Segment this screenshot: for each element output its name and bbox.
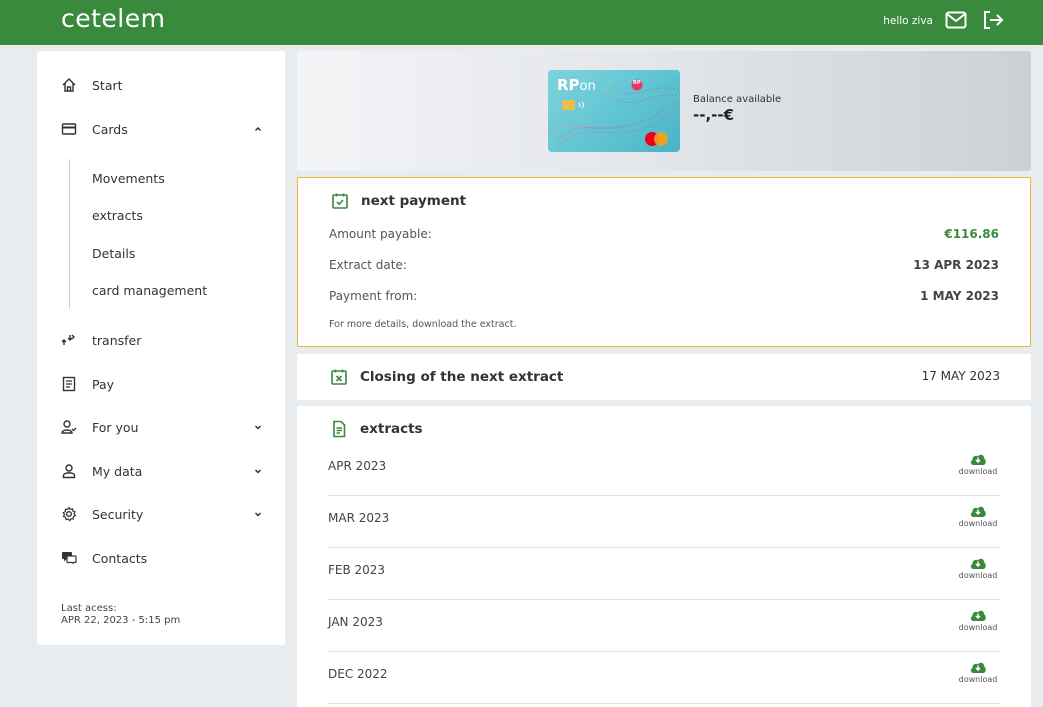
sidebar: Start Cards Movements extracts Details c…: [37, 51, 285, 645]
sidebar-subitem-details[interactable]: Details: [92, 246, 135, 261]
download-button[interactable]: download: [956, 608, 1000, 632]
calendar-check-icon: [332, 193, 348, 209]
balance-value: --,--€: [693, 106, 735, 124]
sidebar-item-security[interactable]: Security: [61, 506, 263, 522]
card-brand-suffix: on: [579, 79, 596, 94]
amount-payable-value: €116.86: [944, 227, 999, 241]
cloud-download-icon: [970, 558, 986, 569]
download-button[interactable]: download: [956, 504, 1000, 528]
extract-month: JAN 2023: [328, 615, 383, 629]
sidebar-item-label: Cards: [92, 121, 128, 137]
next-payment-title-text: next payment: [361, 193, 467, 209]
sidebar-item-for-you[interactable]: For you: [61, 419, 263, 435]
extracts-title: extracts: [330, 420, 423, 438]
extract-note: For more details, download the extract.: [329, 319, 517, 330]
sidebar-subitem-movements[interactable]: Movements: [92, 171, 165, 186]
card-brand: RPon: [557, 76, 596, 94]
download-label: download: [958, 467, 998, 476]
download-label: download: [958, 519, 998, 528]
sidebar-item-label: Start: [92, 77, 123, 93]
user-check-icon: [61, 419, 77, 435]
sidebar-item-contacts[interactable]: Contacts: [61, 550, 261, 566]
cloud-download-icon: [970, 506, 986, 517]
card-panel: RPon RP Balance available --,--€: [297, 51, 1031, 171]
extract-row: JAN 2023 download: [328, 600, 1000, 652]
extract-month: FEB 2023: [328, 563, 386, 577]
card-brand-rp: RP: [557, 76, 580, 94]
payment-from-value: 1 MAY 2023: [920, 289, 999, 303]
next-payment-panel: next payment Amount payable: €116.86 Ext…: [297, 177, 1031, 347]
sidebar-item-pay[interactable]: Pay: [61, 376, 261, 392]
transfer-icon: [61, 332, 77, 348]
chevron-down-icon[interactable]: [253, 509, 263, 519]
top-bar: cetelem hello ziva: [0, 0, 1043, 45]
closing-panel: Closing of the next extract 17 MAY 2023: [297, 354, 1031, 400]
card-badge: RP: [633, 80, 641, 86]
sidebar-item-my-data[interactable]: My data: [61, 463, 263, 479]
last-access-label: Last acess:: [61, 603, 117, 614]
sidebar-item-label: My data: [92, 463, 143, 479]
extract-row: FEB 2023 download: [328, 548, 1000, 600]
amount-payable-label: Amount payable:: [329, 227, 432, 241]
payment-from-label: Payment from:: [329, 289, 418, 303]
balance-label: Balance available: [693, 94, 782, 105]
sidebar-item-cards[interactable]: Cards: [61, 121, 263, 137]
closing-date: 17 MAY 2023: [921, 369, 1000, 383]
sidebar-item-label: Pay: [92, 376, 115, 392]
download-label: download: [958, 571, 998, 580]
calendar-x-icon: [331, 369, 347, 385]
chevron-up-icon[interactable]: [253, 124, 263, 134]
extract-row: MAR 2023 download: [328, 496, 1000, 548]
extracts-panel: extracts APR 2023 download MAR 2023 down…: [297, 406, 1031, 707]
sidebar-item-label: Security: [92, 506, 144, 522]
sidebar-item-label: Contacts: [92, 550, 148, 566]
closing-title-text: Closing of the next extract: [360, 369, 564, 385]
cloud-download-icon: [970, 610, 986, 621]
user-icon: [61, 463, 77, 479]
next-payment-title: next payment: [331, 192, 466, 210]
extract-month: APR 2023: [328, 459, 387, 473]
sidebar-item-transfer[interactable]: transfer: [61, 332, 261, 348]
chevron-down-icon[interactable]: [253, 466, 263, 476]
extract-row: DEC 2022 download: [328, 652, 1000, 704]
sidebar-item-label: For you: [92, 419, 139, 435]
download-button[interactable]: download: [956, 556, 1000, 580]
extract-date-label: Extract date:: [329, 258, 407, 272]
download-label: download: [958, 623, 998, 632]
cloud-download-icon: [970, 454, 986, 465]
download-button[interactable]: download: [956, 452, 1000, 476]
download-label: download: [958, 675, 998, 684]
extract-month: DEC 2022: [328, 667, 388, 681]
gear-icon: [61, 506, 77, 522]
last-access-value: APR 22, 2023 - 5:15 pm: [61, 615, 181, 626]
document-icon: [333, 420, 346, 438]
greeting-text: hello ziva: [883, 15, 933, 27]
logout-icon[interactable]: [982, 10, 1004, 30]
home-icon: [61, 77, 77, 93]
chat-icon: [61, 550, 77, 566]
sidebar-item-label: transfer: [92, 332, 142, 348]
card-icon: [61, 121, 77, 137]
extract-row: APR 2023 download: [328, 444, 1000, 496]
closing-title: Closing of the next extract: [330, 368, 563, 386]
credit-card-image[interactable]: RPon RP: [548, 70, 680, 152]
last-access: Last acess: APR 22, 2023 - 5:15 pm: [61, 603, 180, 627]
chevron-down-icon[interactable]: [253, 422, 263, 432]
extract-month: MAR 2023: [328, 511, 390, 525]
sidebar-subitem-card-management[interactable]: card management: [92, 283, 207, 298]
cloud-download-icon: [970, 662, 986, 673]
submenu-line: [69, 159, 70, 309]
sidebar-item-start[interactable]: Start: [61, 77, 261, 93]
extracts-title-text: extracts: [360, 421, 423, 437]
extract-date-value: 13 APR 2023: [913, 258, 999, 272]
mail-icon[interactable]: [945, 11, 967, 29]
receipt-icon: [61, 376, 77, 392]
sidebar-subitem-extracts[interactable]: extracts: [92, 208, 143, 223]
cetelem-logo[interactable]: cetelem: [61, 4, 166, 33]
download-button[interactable]: download: [956, 660, 1000, 684]
